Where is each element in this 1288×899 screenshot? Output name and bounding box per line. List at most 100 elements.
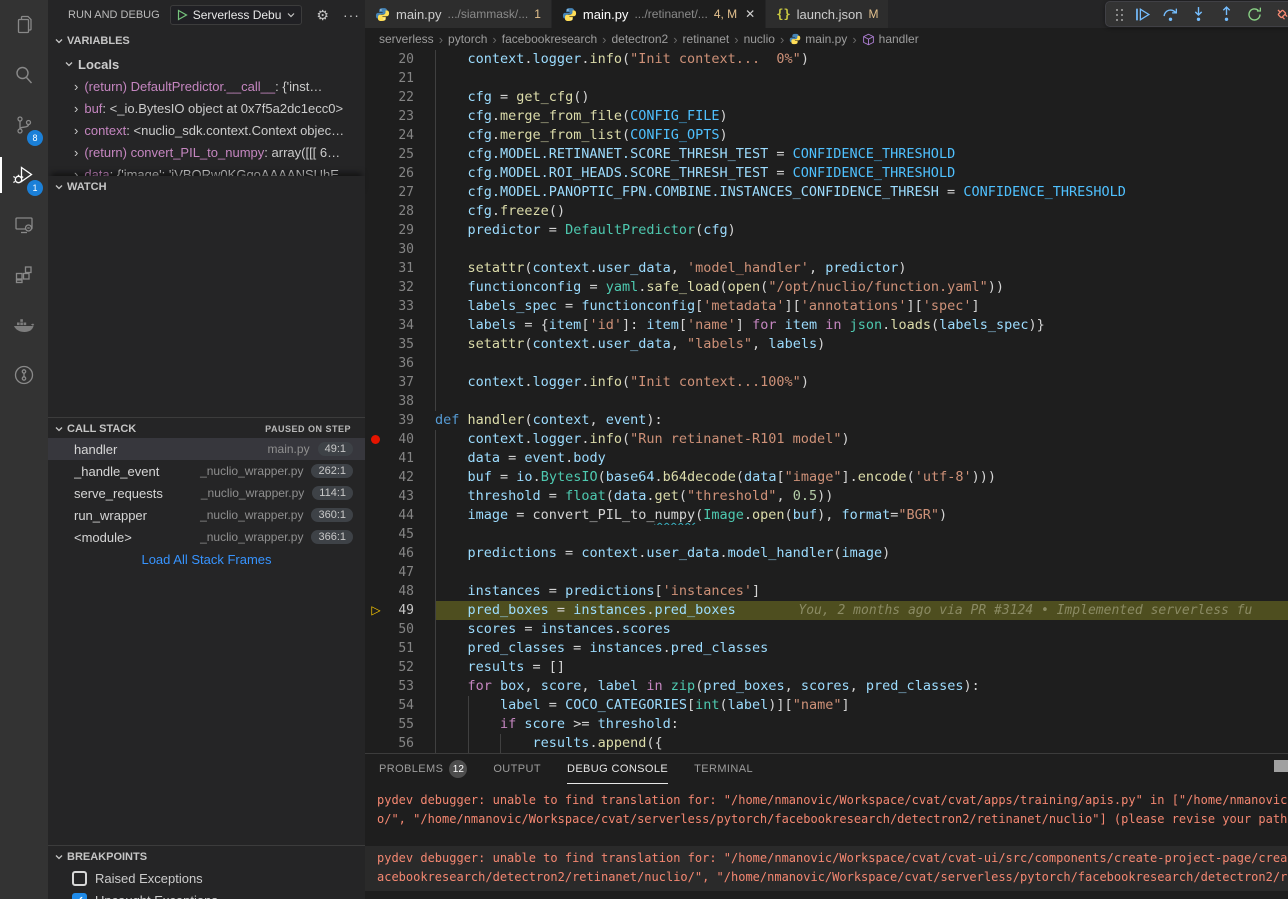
code-line[interactable]: 45 [365, 525, 1288, 544]
code-content[interactable]: image = convert_PIL_to_numpy(Image.open(… [435, 506, 1288, 525]
gutter-cell[interactable]: 36 [365, 354, 435, 373]
tab-main-py-siammask[interactable]: main.py .../siammask/... 1 [365, 0, 552, 28]
code-line[interactable]: 30 [365, 240, 1288, 259]
call-stack-section-header[interactable]: CALL STACK PAUSED ON STEP [48, 417, 365, 439]
code-line[interactable]: 50 scores = instances.scores [365, 620, 1288, 639]
sidebar-item-explorer[interactable] [0, 0, 48, 50]
variable-row[interactable]: › (return) convert_PIL_to_numpy array([[… [48, 141, 365, 163]
code-line[interactable]: 21 [365, 69, 1288, 88]
code-content[interactable]: pred_classes = instances.pred_classes [435, 639, 1288, 658]
code-content[interactable]: scores = instances.scores [435, 620, 1288, 639]
gutter-cell[interactable]: 56 [365, 734, 435, 753]
code-content[interactable]: context.logger.info("Run retinanet-R101 … [435, 430, 1288, 449]
code-content[interactable] [435, 392, 1288, 411]
code-line[interactable]: 22 cfg = get_cfg() [365, 88, 1288, 107]
gutter-cell[interactable]: 29 [365, 221, 435, 240]
continue-button[interactable] [1134, 6, 1151, 23]
code-content[interactable]: results = [] [435, 658, 1288, 677]
code-content[interactable] [435, 563, 1288, 582]
gutter-cell[interactable]: 40 [365, 430, 435, 449]
panel-tab-terminal[interactable]: TERMINAL [694, 754, 753, 784]
code-content[interactable]: labels = {item['id']: item['name'] for i… [435, 316, 1288, 335]
code-content[interactable]: pred_boxes = instances.pred_boxesYou, 2 … [435, 601, 1288, 620]
code-content[interactable]: buf = io.BytesIO(base64.b64decode(data["… [435, 468, 1288, 487]
code-line[interactable]: 54 label = COCO_CATEGORIES[int(label)]["… [365, 696, 1288, 715]
breakpoints-section-header[interactable]: BREAKPOINTS [48, 845, 365, 867]
load-all-stack-frames-link[interactable]: Load All Stack Frames [48, 548, 365, 570]
gutter-cell[interactable]: 22 [365, 88, 435, 107]
code-line[interactable]: 34 labels = {item['id']: item['name'] fo… [365, 316, 1288, 335]
code-content[interactable]: predictor = DefaultPredictor(cfg) [435, 221, 1288, 240]
code-line[interactable]: 32 functionconfig = yaml.safe_load(open(… [365, 278, 1288, 297]
sidebar-item-search[interactable] [0, 50, 48, 100]
sidebar-item-source-control[interactable]: 8 [0, 100, 48, 150]
code-line[interactable]: 44 image = convert_PIL_to_numpy(Image.op… [365, 506, 1288, 525]
more-actions-icon[interactable]: ··· [343, 7, 360, 23]
step-into-button[interactable] [1190, 6, 1207, 23]
code-line[interactable]: 38 [365, 392, 1288, 411]
breadcrumb-item[interactable]: nuclio [744, 32, 775, 46]
stack-frame-row[interactable]: <module> _nuclio_wrapper.py 366:1 [48, 526, 365, 548]
checkbox-checked[interactable]: ✓ [72, 893, 87, 899]
code-content[interactable]: labels_spec = functionconfig['metadata']… [435, 297, 1288, 316]
code-line[interactable]: 53 for box, score, label in zip(pred_box… [365, 677, 1288, 696]
gutter-cell[interactable]: 43 [365, 487, 435, 506]
gutter-cell[interactable]: 52 [365, 658, 435, 677]
sidebar-item-run-and-debug[interactable]: 1 [0, 150, 48, 200]
breadcrumb-item[interactable]: serverless [379, 32, 434, 46]
code-content[interactable]: context.logger.info("Init context...100%… [435, 373, 1288, 392]
variable-row[interactable]: › (return) DefaultPredictor.__call__ {'i… [48, 75, 365, 97]
launch-config-dropdown[interactable]: Serverless Debu [170, 5, 303, 25]
code-line[interactable]: 48 instances = predictions['instances'] [365, 582, 1288, 601]
gutter-cell[interactable]: 55 [365, 715, 435, 734]
code-line[interactable]: ▷49 pred_boxes = instances.pred_boxesYou… [365, 601, 1288, 620]
variable-row[interactable]: › data {'image': 'iVBORw0KGgoAAAANSUhE… [48, 163, 365, 176]
variable-row[interactable]: › context <nuclio_sdk.context.Context ob… [48, 119, 365, 141]
sidebar-item-docker[interactable] [0, 300, 48, 350]
gutter-cell[interactable]: 31 [365, 259, 435, 278]
code-content[interactable]: cfg.MODEL.PANOPTIC_FPN.COMBINE.INSTANCES… [435, 183, 1288, 202]
code-line[interactable]: 52 results = [] [365, 658, 1288, 677]
code-content[interactable]: functionconfig = yaml.safe_load(open("/o… [435, 278, 1288, 297]
code-content[interactable]: cfg.freeze() [435, 202, 1288, 221]
code-content[interactable]: if score >= threshold: [435, 715, 1288, 734]
gutter-cell[interactable]: 42 [365, 468, 435, 487]
gutter-cell[interactable]: 51 [365, 639, 435, 658]
code-line[interactable]: 56 results.append({ [365, 734, 1288, 753]
gutter-cell[interactable]: 38 [365, 392, 435, 411]
sidebar-item-gitlens[interactable] [0, 350, 48, 400]
code-content[interactable]: cfg.merge_from_file(CONFIG_FILE) [435, 107, 1288, 126]
gutter-cell[interactable]: 27 [365, 183, 435, 202]
code-line[interactable]: 26 cfg.MODEL.ROI_HEADS.SCORE_THRESH_TEST… [365, 164, 1288, 183]
close-icon[interactable]: ✕ [745, 7, 755, 21]
gutter-cell[interactable]: ▷49 [365, 601, 435, 620]
stack-frame-row[interactable]: handler main.py 49:1 [48, 438, 365, 460]
gutter-cell[interactable]: 28 [365, 202, 435, 221]
sidebar-item-remote-explorer[interactable] [0, 200, 48, 250]
code-line[interactable]: 35 setattr(context.user_data, "labels", … [365, 335, 1288, 354]
code-line[interactable]: 29 predictor = DefaultPredictor(cfg) [365, 221, 1288, 240]
gutter-cell[interactable]: 26 [365, 164, 435, 183]
gear-icon[interactable]: ⚙ [316, 7, 329, 24]
code-line[interactable]: 31 setattr(context.user_data, 'model_han… [365, 259, 1288, 278]
code-content[interactable]: setattr(context.user_data, "labels", lab… [435, 335, 1288, 354]
tab-launch-json[interactable]: {} launch.json M [766, 0, 889, 28]
code-line[interactable]: 24 cfg.merge_from_list(CONFIG_OPTS) [365, 126, 1288, 145]
panel-tab-problems[interactable]: PROBLEMS 12 [379, 754, 467, 784]
code-content[interactable]: cfg.merge_from_list(CONFIG_OPTS) [435, 126, 1288, 145]
breadcrumb-item[interactable]: facebookresearch [502, 32, 597, 46]
gutter-cell[interactable]: 35 [365, 335, 435, 354]
code-content[interactable]: cfg.MODEL.ROI_HEADS.SCORE_THRESH_TEST = … [435, 164, 1288, 183]
code-content[interactable]: predictions = context.user_data.model_ha… [435, 544, 1288, 563]
step-over-button[interactable] [1162, 6, 1179, 23]
code-line[interactable]: 39def handler(context, event): [365, 411, 1288, 430]
watch-section-header[interactable]: WATCH [48, 176, 365, 198]
gutter-cell[interactable]: 50 [365, 620, 435, 639]
gutter-cell[interactable]: 23 [365, 107, 435, 126]
gutter-cell[interactable]: 48 [365, 582, 435, 601]
code-line[interactable]: 46 predictions = context.user_data.model… [365, 544, 1288, 563]
code-line[interactable]: 36 [365, 354, 1288, 373]
breakpoint-raised-exceptions[interactable]: Raised Exceptions [48, 867, 365, 889]
code-content[interactable]: setattr(context.user_data, 'model_handle… [435, 259, 1288, 278]
code-line[interactable]: 37 context.logger.info("Init context...1… [365, 373, 1288, 392]
